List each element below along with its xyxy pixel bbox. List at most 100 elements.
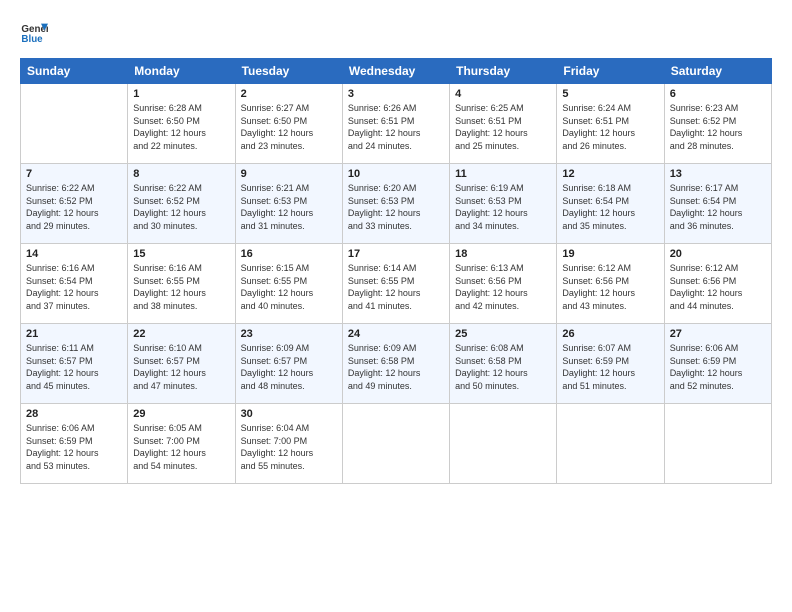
- day-cell: 3Sunrise: 6:26 AM Sunset: 6:51 PM Daylig…: [342, 84, 449, 164]
- day-cell: 25 Sunrise: 6:08 AM Sunset: 6:58 PM Dayli…: [450, 324, 557, 404]
- day-number: 1: [133, 88, 229, 100]
- day-cell: 26Sunrise: 6:07 AM Sunset: 6:59 PM Dayli…: [557, 324, 664, 404]
- header: General Blue: [20, 18, 772, 46]
- day-number: 19: [562, 248, 658, 260]
- day-cell: 30Sunrise: 6:04 AM Sunset: 7:00 PM Dayli…: [235, 404, 342, 484]
- day-cell: 20 Sunrise: 6:12 AM Sunset: 6:56 PM Dayli…: [664, 244, 771, 324]
- day-cell: 4 Sunrise: 6:25 AM Sunset: 6:51 PM Daylig…: [450, 84, 557, 164]
- header-saturday: Saturday: [664, 59, 771, 84]
- day-cell: 10Sunrise: 6:20 AM Sunset: 6:53 PM Dayli…: [342, 164, 449, 244]
- day-number: 17: [348, 248, 444, 260]
- day-detail: Sunrise: 6:11 AM Sunset: 6:57 PM Dayligh…: [26, 342, 122, 392]
- day-cell: 9Sunrise: 6:21 AM Sunset: 6:53 PM Daylig…: [235, 164, 342, 244]
- day-cell: 12 Sunrise: 6:18 AM Sunset: 6:54 PM Dayli…: [557, 164, 664, 244]
- day-number: 4: [455, 88, 551, 100]
- day-number: 11: [455, 168, 551, 180]
- day-cell: 18 Sunrise: 6:13 AM Sunset: 6:56 PM Dayli…: [450, 244, 557, 324]
- day-detail: Sunrise: 6:09 AM Sunset: 6:57 PM Dayligh…: [241, 342, 337, 392]
- calendar-table: SundayMondayTuesdayWednesdayThursdayFrid…: [20, 58, 772, 484]
- day-detail: Sunrise: 6:23 AM Sunset: 6:52 PM Dayligh…: [670, 102, 766, 152]
- day-number: 29: [133, 408, 229, 420]
- day-cell: 14 Sunrise: 6:16 AM Sunset: 6:54 PM Dayli…: [21, 244, 128, 324]
- day-cell: 24 Sunrise: 6:09 AM Sunset: 6:58 PM Dayli…: [342, 324, 449, 404]
- logo: General Blue: [20, 18, 52, 46]
- day-detail: Sunrise: 6:26 AM Sunset: 6:51 PM Dayligh…: [348, 102, 444, 152]
- day-cell: 5 Sunrise: 6:24 AM Sunset: 6:51 PM Daylig…: [557, 84, 664, 164]
- day-number: 8: [133, 168, 229, 180]
- day-detail: Sunrise: 6:10 AM Sunset: 6:57 PM Dayligh…: [133, 342, 229, 392]
- day-detail: Sunrise: 6:24 AM Sunset: 6:51 PM Dayligh…: [562, 102, 658, 152]
- day-number: 10: [348, 168, 444, 180]
- day-cell: 13 Sunrise: 6:17 AM Sunset: 6:54 PM Dayli…: [664, 164, 771, 244]
- day-cell: [664, 404, 771, 484]
- day-cell: [450, 404, 557, 484]
- day-cell: 16 Sunrise: 6:15 AM Sunset: 6:55 PM Dayli…: [235, 244, 342, 324]
- day-number: 16: [241, 248, 337, 260]
- day-number: 20: [670, 248, 766, 260]
- day-detail: Sunrise: 6:14 AM Sunset: 6:55 PM Dayligh…: [348, 262, 444, 312]
- header-sunday: Sunday: [21, 59, 128, 84]
- day-cell: 2 Sunrise: 6:27 AM Sunset: 6:50 PM Daylig…: [235, 84, 342, 164]
- day-detail: Sunrise: 6:18 AM Sunset: 6:54 PM Dayligh…: [562, 182, 658, 232]
- day-detail: Sunrise: 6:12 AM Sunset: 6:56 PM Dayligh…: [562, 262, 658, 312]
- day-detail: Sunrise: 6:16 AM Sunset: 6:54 PM Dayligh…: [26, 262, 122, 312]
- day-number: 2: [241, 88, 337, 100]
- day-number: 14: [26, 248, 122, 260]
- header-tuesday: Tuesday: [235, 59, 342, 84]
- day-number: 30: [241, 408, 337, 420]
- day-cell: 29 Sunrise: 6:05 AM Sunset: 7:00 PM Dayli…: [128, 404, 235, 484]
- day-detail: Sunrise: 6:15 AM Sunset: 6:55 PM Dayligh…: [241, 262, 337, 312]
- day-number: 7: [26, 168, 122, 180]
- header-monday: Monday: [128, 59, 235, 84]
- day-cell: 1 Sunrise: 6:28 AM Sunset: 6:50 PM Daylig…: [128, 84, 235, 164]
- day-cell: 6 Sunrise: 6:23 AM Sunset: 6:52 PM Daylig…: [664, 84, 771, 164]
- day-detail: Sunrise: 6:06 AM Sunset: 6:59 PM Dayligh…: [26, 422, 122, 472]
- day-number: 27: [670, 328, 766, 340]
- day-number: 18: [455, 248, 551, 260]
- day-cell: [342, 404, 449, 484]
- day-cell: 15 Sunrise: 6:16 AM Sunset: 6:55 PM Dayli…: [128, 244, 235, 324]
- day-number: 26: [562, 328, 658, 340]
- day-detail: Sunrise: 6:19 AM Sunset: 6:53 PM Dayligh…: [455, 182, 551, 232]
- day-number: 23: [241, 328, 337, 340]
- header-wednesday: Wednesday: [342, 59, 449, 84]
- day-detail: Sunrise: 6:13 AM Sunset: 6:56 PM Dayligh…: [455, 262, 551, 312]
- day-detail: Sunrise: 6:08 AM Sunset: 6:58 PM Dayligh…: [455, 342, 551, 392]
- day-detail: Sunrise: 6:16 AM Sunset: 6:55 PM Dayligh…: [133, 262, 229, 312]
- week-row-4: 28 Sunrise: 6:06 AM Sunset: 6:59 PM Dayli…: [21, 404, 772, 484]
- day-number: 24: [348, 328, 444, 340]
- day-cell: 7Sunrise: 6:22 AM Sunset: 6:52 PM Daylig…: [21, 164, 128, 244]
- day-cell: 11 Sunrise: 6:19 AM Sunset: 6:53 PM Dayli…: [450, 164, 557, 244]
- day-detail: Sunrise: 6:25 AM Sunset: 6:51 PM Dayligh…: [455, 102, 551, 152]
- day-cell: 19 Sunrise: 6:12 AM Sunset: 6:56 PM Dayli…: [557, 244, 664, 324]
- day-number: 5: [562, 88, 658, 100]
- logo-icon: General Blue: [20, 18, 48, 46]
- week-row-2: 14 Sunrise: 6:16 AM Sunset: 6:54 PM Dayli…: [21, 244, 772, 324]
- day-detail: Sunrise: 6:17 AM Sunset: 6:54 PM Dayligh…: [670, 182, 766, 232]
- day-cell: [557, 404, 664, 484]
- day-cell: 21 Sunrise: 6:11 AM Sunset: 6:57 PM Dayli…: [21, 324, 128, 404]
- header-thursday: Thursday: [450, 59, 557, 84]
- day-number: 25: [455, 328, 551, 340]
- day-cell: 23 Sunrise: 6:09 AM Sunset: 6:57 PM Dayli…: [235, 324, 342, 404]
- day-cell: 17 Sunrise: 6:14 AM Sunset: 6:55 PM Dayli…: [342, 244, 449, 324]
- day-number: 22: [133, 328, 229, 340]
- day-number: 13: [670, 168, 766, 180]
- week-row-0: 1 Sunrise: 6:28 AM Sunset: 6:50 PM Daylig…: [21, 84, 772, 164]
- day-number: 28: [26, 408, 122, 420]
- day-cell: 22 Sunrise: 6:10 AM Sunset: 6:57 PM Dayli…: [128, 324, 235, 404]
- day-detail: Sunrise: 6:28 AM Sunset: 6:50 PM Dayligh…: [133, 102, 229, 152]
- day-detail: Sunrise: 6:12 AM Sunset: 6:56 PM Dayligh…: [670, 262, 766, 312]
- day-number: 21: [26, 328, 122, 340]
- day-detail: Sunrise: 6:09 AM Sunset: 6:58 PM Dayligh…: [348, 342, 444, 392]
- day-detail: Sunrise: 6:21 AM Sunset: 6:53 PM Dayligh…: [241, 182, 337, 232]
- day-number: 6: [670, 88, 766, 100]
- main-container: General Blue SundayMondayTuesdayWednesda…: [0, 0, 792, 494]
- svg-text:Blue: Blue: [21, 34, 43, 45]
- calendar-header-row: SundayMondayTuesdayWednesdayThursdayFrid…: [21, 59, 772, 84]
- day-cell: 28 Sunrise: 6:06 AM Sunset: 6:59 PM Dayli…: [21, 404, 128, 484]
- day-number: 15: [133, 248, 229, 260]
- day-number: 12: [562, 168, 658, 180]
- day-detail: Sunrise: 6:27 AM Sunset: 6:50 PM Dayligh…: [241, 102, 337, 152]
- day-detail: Sunrise: 6:05 AM Sunset: 7:00 PM Dayligh…: [133, 422, 229, 472]
